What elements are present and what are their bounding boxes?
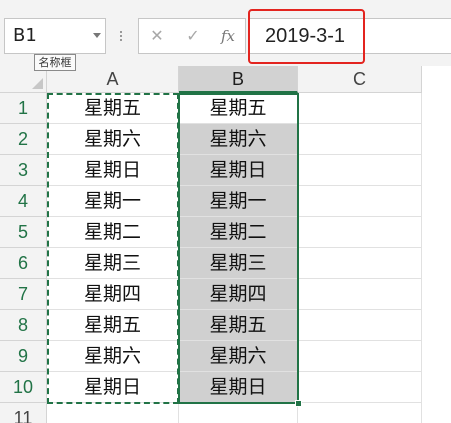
cell[interactable]: 星期一 bbox=[47, 186, 179, 217]
column-header-c[interactable]: C bbox=[298, 66, 422, 93]
enter-check-icon[interactable]: ✓ bbox=[182, 27, 204, 45]
cancel-icon[interactable]: ✕ bbox=[146, 27, 168, 45]
formula-buttons: ✕ ✓ fx bbox=[138, 18, 246, 54]
cell[interactable] bbox=[298, 372, 422, 403]
cell[interactable]: 星期五 bbox=[47, 310, 179, 341]
cell[interactable]: 星期五 bbox=[179, 310, 298, 341]
row-header[interactable]: 3 bbox=[0, 155, 47, 186]
name-box[interactable]: B1 bbox=[4, 18, 106, 54]
insert-function-icon[interactable]: fx bbox=[217, 27, 239, 45]
row-header[interactable]: 7 bbox=[0, 279, 47, 310]
cell[interactable] bbox=[298, 403, 422, 423]
row-header[interactable]: 10 bbox=[0, 372, 47, 403]
cell[interactable]: 星期六 bbox=[47, 341, 179, 372]
cell[interactable]: 星期一 bbox=[179, 186, 298, 217]
select-all-triangle-icon bbox=[32, 78, 43, 89]
row-header[interactable]: 6 bbox=[0, 248, 47, 279]
row-header[interactable]: 1 bbox=[0, 93, 47, 124]
cell[interactable]: 星期六 bbox=[47, 124, 179, 155]
cell[interactable] bbox=[298, 248, 422, 279]
cell[interactable]: 星期日 bbox=[179, 372, 298, 403]
chevron-down-icon[interactable] bbox=[93, 33, 101, 38]
cell[interactable]: 星期二 bbox=[47, 217, 179, 248]
cell[interactable]: 星期六 bbox=[179, 341, 298, 372]
cell[interactable] bbox=[298, 186, 422, 217]
cell[interactable]: 星期六 bbox=[179, 124, 298, 155]
formula-highlight-annotation bbox=[248, 9, 365, 64]
row-header[interactable]: 2 bbox=[0, 124, 47, 155]
name-box-tooltip: 名称框 bbox=[34, 54, 76, 71]
cell[interactable] bbox=[47, 403, 179, 423]
cell[interactable] bbox=[298, 341, 422, 372]
cell[interactable] bbox=[298, 124, 422, 155]
cell[interactable]: 星期四 bbox=[179, 279, 298, 310]
cell[interactable]: 星期三 bbox=[47, 248, 179, 279]
cell[interactable] bbox=[179, 403, 298, 423]
row-header[interactable]: 5 bbox=[0, 217, 47, 248]
cell[interactable]: 星期五 bbox=[179, 93, 298, 124]
cell[interactable] bbox=[298, 310, 422, 341]
row-header[interactable]: 8 bbox=[0, 310, 47, 341]
cell[interactable] bbox=[298, 93, 422, 124]
column-header-b[interactable]: B bbox=[179, 66, 298, 93]
cell[interactable] bbox=[298, 217, 422, 248]
splitter-handle-icon[interactable] bbox=[119, 30, 123, 42]
cell[interactable] bbox=[298, 279, 422, 310]
cell[interactable]: 星期日 bbox=[47, 155, 179, 186]
cell[interactable]: 星期日 bbox=[47, 372, 179, 403]
cell[interactable] bbox=[298, 155, 422, 186]
cell[interactable]: 星期三 bbox=[179, 248, 298, 279]
row-header[interactable]: 11 bbox=[0, 403, 47, 423]
cell[interactable]: 星期四 bbox=[47, 279, 179, 310]
row-header[interactable]: 4 bbox=[0, 186, 47, 217]
name-box-value: B1 bbox=[13, 25, 37, 46]
row-header[interactable]: 9 bbox=[0, 341, 47, 372]
cell[interactable]: 星期二 bbox=[179, 217, 298, 248]
cell[interactable]: 星期五 bbox=[47, 93, 179, 124]
cell[interactable]: 星期日 bbox=[179, 155, 298, 186]
fill-handle[interactable] bbox=[295, 400, 302, 407]
